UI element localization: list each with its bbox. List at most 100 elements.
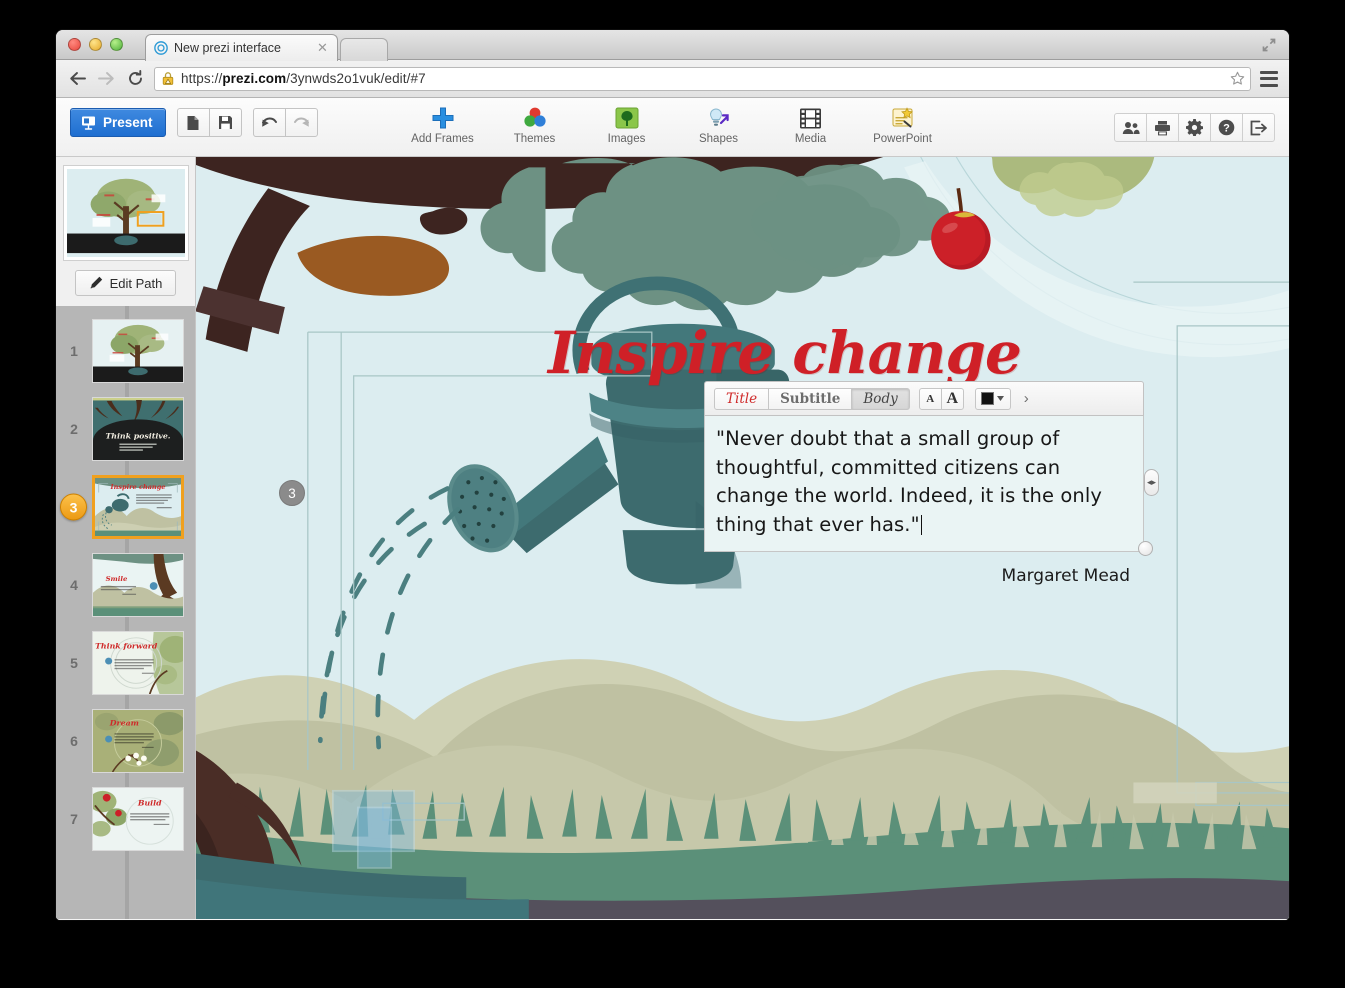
list-item[interactable]: 6 Dream — [56, 702, 195, 780]
text-editor[interactable]: Title Subtitle Body A A › "Never doubt t… — [704, 381, 1159, 586]
list-item-active[interactable]: 3 Inspire change — [56, 468, 195, 546]
resize-dot-icon[interactable] — [1138, 541, 1153, 556]
edit-path-label: Edit Path — [109, 275, 163, 291]
browser-urlbar: https://prezi.com/3ynwds2o1vuk/edit/#7 — [56, 60, 1289, 98]
tool-add-frames[interactable]: Add Frames — [410, 104, 476, 145]
chevron-right-icon[interactable]: › — [1024, 390, 1029, 407]
people-icon[interactable] — [1114, 113, 1147, 142]
horizontal-resize-icon[interactable]: ◂▸ — [1144, 469, 1159, 496]
list-item[interactable]: 2 Think positive. — [56, 390, 195, 468]
svg-text:?: ? — [1223, 123, 1230, 135]
style-title-button[interactable]: Title — [714, 387, 770, 410]
slide-number: 1 — [70, 343, 78, 359]
slide-number: 2 — [70, 421, 78, 437]
tool-powerpoint[interactable]: PowerPoint — [870, 104, 936, 145]
window-titlebar: New prezi interface ✕ — [56, 30, 1289, 61]
overview-thumbnail[interactable] — [62, 165, 189, 261]
toolbar-tools: Add Frames Themes Images Shapes Media Po… — [56, 104, 1289, 145]
tool-label: Images — [607, 133, 646, 145]
desktop-background: New prezi interface ✕ https://prezi.com/… — [0, 0, 1345, 988]
text-format-toolbar: Title Subtitle Body A A › — [704, 381, 1144, 416]
edit-path-row: Edit Path — [56, 261, 195, 306]
slide-thumbnail[interactable]: Build — [92, 787, 184, 851]
slide-thumbnail[interactable]: Think positive. — [92, 397, 184, 461]
tool-label: Add Frames — [411, 133, 474, 145]
close-icon[interactable]: ✕ — [316, 41, 329, 55]
text-color-button[interactable] — [974, 387, 1011, 410]
tool-label: PowerPoint — [873, 133, 932, 145]
browser-tab[interactable]: New prezi interface ✕ — [145, 34, 338, 61]
toolbar-right-group: ? — [1114, 113, 1275, 142]
small-A-icon[interactable]: A — [918, 387, 942, 410]
exit-arrow-icon[interactable] — [1242, 113, 1275, 142]
prezi-main: Edit Path 1 2 Think positive. 3 Inspire … — [56, 157, 1289, 919]
prezi-canvas[interactable]: 3 Inspire change Title Subtitle Body A A… — [196, 157, 1289, 919]
color-swatch — [981, 392, 995, 405]
question-mark-icon[interactable]: ? — [1210, 113, 1243, 142]
canvas-title[interactable]: Inspire change — [548, 319, 1022, 387]
prezi-toolbar: Present Add Frames Themes Images Shapes … — [56, 98, 1289, 157]
color-circles-icon — [522, 104, 548, 130]
style-subtitle-button[interactable]: Subtitle — [768, 387, 853, 410]
slide-number: 7 — [70, 811, 78, 827]
slide-thumbnail[interactable]: Dream — [92, 709, 184, 773]
film-strip-icon — [799, 104, 822, 130]
sidebar: Edit Path 1 2 Think positive. 3 Inspire … — [56, 157, 196, 919]
thumb-title-5: Think forward — [95, 642, 158, 651]
slide-thumbnail[interactable]: Inspire change — [92, 475, 184, 539]
tool-images[interactable]: Images — [594, 104, 660, 145]
text-input-area[interactable]: "Never doubt that a small group of thoug… — [704, 416, 1144, 552]
close-window-button[interactable] — [68, 38, 81, 51]
prezi-app: Present Add Frames Themes Images Shapes … — [56, 98, 1289, 920]
thumb-title-2: Think positive. — [105, 432, 170, 441]
slide-number: 6 — [70, 733, 78, 749]
current-slide-badge: 3 — [60, 493, 87, 521]
slide-thumbnail-list[interactable]: 1 2 Think positive. 3 Inspire change 4 S… — [56, 306, 195, 919]
blue-plus-icon — [431, 104, 455, 130]
list-item[interactable]: 1 — [56, 312, 195, 390]
powerpoint-import-icon — [891, 104, 915, 130]
canvas-slide-number-badge[interactable]: 3 — [279, 480, 305, 506]
list-item[interactable]: 4 Smile — [56, 546, 195, 624]
pencil-icon — [90, 276, 102, 289]
style-body-button[interactable]: Body — [851, 387, 910, 410]
quote-attribution[interactable]: Margaret Mead — [704, 552, 1144, 586]
address-bar[interactable]: https://prezi.com/3ynwds2o1vuk/edit/#7 — [154, 66, 1251, 91]
bulb-arrow-icon — [706, 104, 732, 130]
slide-thumbnail[interactable]: Smile — [92, 553, 184, 617]
warning-lock-icon — [162, 72, 174, 85]
maximize-window-button[interactable] — [110, 38, 123, 51]
back-arrow-icon[interactable] — [67, 69, 87, 89]
edit-path-button[interactable]: Edit Path — [74, 270, 177, 296]
tool-label: Media — [794, 133, 827, 145]
tool-themes[interactable]: Themes — [502, 104, 568, 145]
gear-icon[interactable] — [1178, 113, 1211, 142]
slide-thumbnail[interactable]: Think forward — [92, 631, 184, 695]
minimize-window-button[interactable] — [89, 38, 102, 51]
quote-text[interactable]: "Never doubt that a small group of thoug… — [716, 425, 1132, 540]
tool-label: Shapes — [698, 133, 738, 145]
green-tree-image-icon — [615, 104, 639, 130]
tool-shapes[interactable]: Shapes — [686, 104, 752, 145]
large-A-icon[interactable]: A — [940, 387, 964, 410]
list-item[interactable]: 7 Build — [56, 780, 195, 858]
quote-value: "Never doubt that a small group of thoug… — [716, 427, 1102, 536]
list-item[interactable]: 5 Think forward — [56, 624, 195, 702]
reload-icon[interactable] — [125, 69, 145, 89]
fullscreen-expand-icon[interactable] — [1261, 37, 1277, 53]
slide-thumbnail[interactable] — [92, 319, 184, 383]
text-style-group: Title Subtitle Body — [714, 387, 910, 410]
hamburger-menu-icon[interactable] — [1260, 70, 1278, 87]
new-tab-button[interactable] — [340, 38, 388, 61]
slide-number: 4 — [70, 577, 78, 593]
tool-media[interactable]: Media — [778, 104, 844, 145]
window-controls — [68, 38, 123, 51]
overview-image — [66, 169, 185, 257]
printer-icon[interactable] — [1146, 113, 1179, 142]
forward-arrow-icon[interactable] — [96, 69, 116, 89]
text-caret — [920, 514, 923, 535]
bookmark-star-icon[interactable] — [1230, 71, 1245, 86]
thumb-title-7: Build — [137, 798, 162, 807]
tool-label: Themes — [513, 133, 556, 145]
slide-number: 5 — [70, 655, 78, 671]
